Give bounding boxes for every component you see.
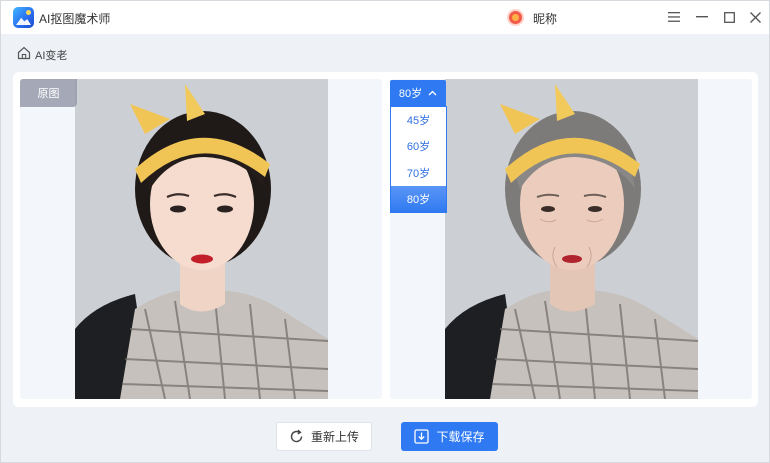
result-photo bbox=[445, 79, 698, 399]
breadcrumb: AI变老 bbox=[1, 34, 769, 72]
reupload-button[interactable]: 重新上传 bbox=[276, 422, 372, 451]
download-icon bbox=[414, 429, 430, 444]
close-icon bbox=[749, 11, 761, 23]
refresh-icon bbox=[290, 429, 303, 443]
minimize-button[interactable] bbox=[692, 7, 712, 27]
user-avatar[interactable] bbox=[507, 9, 524, 26]
age-select[interactable]: 80岁 bbox=[390, 80, 446, 106]
aged-portrait-image bbox=[445, 79, 698, 399]
original-pane: 原图 bbox=[20, 79, 382, 399]
original-portrait-image bbox=[75, 79, 328, 399]
age-option-45[interactable]: 45岁 bbox=[391, 107, 446, 133]
age-select-value: 80岁 bbox=[398, 88, 423, 100]
maximize-icon bbox=[723, 11, 735, 23]
app-title: AI抠图魔术师 bbox=[39, 12, 111, 26]
age-option-60[interactable]: 60岁 bbox=[391, 133, 446, 159]
chevron-up-icon bbox=[428, 90, 437, 96]
close-button[interactable] bbox=[745, 7, 765, 27]
age-option-80[interactable]: 80岁 bbox=[391, 185, 446, 212]
breadcrumb-label: AI变老 bbox=[35, 50, 68, 62]
app-window: AI抠图魔术师 昵称 AI变老 原图 80岁 45岁 60岁 70岁 80岁 重… bbox=[0, 0, 770, 463]
app-logo-icon bbox=[13, 7, 34, 28]
menu-icon bbox=[668, 12, 680, 22]
user-name[interactable]: 昵称 bbox=[533, 10, 557, 27]
age-option-70[interactable]: 70岁 bbox=[391, 160, 446, 186]
original-badge: 原图 bbox=[20, 79, 77, 107]
age-dropdown-menu: 45岁 60岁 70岁 80岁 bbox=[390, 106, 447, 213]
maximize-button[interactable] bbox=[719, 7, 739, 27]
save-label: 下载保存 bbox=[436, 430, 485, 444]
preview-card: 原图 bbox=[13, 72, 758, 407]
title-bar: AI抠图魔术师 昵称 bbox=[1, 1, 769, 34]
minimize-icon bbox=[696, 16, 708, 18]
original-photo bbox=[75, 79, 328, 399]
save-button[interactable]: 下载保存 bbox=[401, 422, 498, 451]
menu-button[interactable] bbox=[664, 7, 684, 27]
reupload-label: 重新上传 bbox=[310, 430, 359, 444]
home-icon[interactable] bbox=[17, 46, 31, 60]
